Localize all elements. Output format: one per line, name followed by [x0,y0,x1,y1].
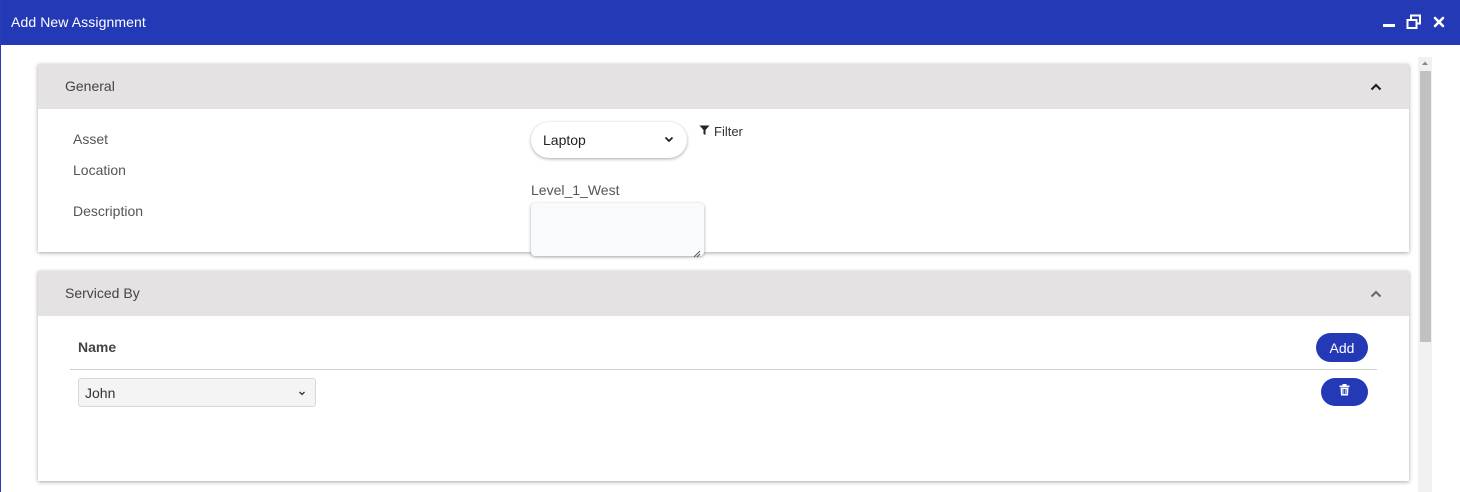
asset-label: Asset [73,131,109,147]
table-divider [70,369,1377,370]
general-panel-title: General [65,78,115,94]
window-title: Add New Assignment [11,14,146,30]
name-select-value: John [85,384,116,401]
close-icon[interactable] [1431,14,1447,30]
dialog-window: Add New Assignment General Asset Laptop … [0,0,1460,492]
chevron-up-icon[interactable] [1369,287,1383,301]
delete-row-button[interactable] [1321,378,1368,406]
chevron-down-icon [297,385,307,401]
vertical-scrollbar[interactable] [1418,57,1432,492]
serviced-by-panel-title: Serviced By [65,285,140,301]
asset-select[interactable]: Laptop [531,122,687,158]
location-label: Location [73,162,126,178]
description-textarea[interactable] [531,203,704,258]
description-label: Description [73,203,144,219]
filter-link[interactable]: Filter [699,124,743,139]
chevron-down-icon [663,132,675,148]
resize-handle-icon[interactable] [693,245,701,258]
window-controls [1381,14,1447,30]
scrollbar-thumb[interactable] [1420,71,1431,342]
general-panel: General Asset Laptop Filter Location Lev… [38,64,1409,258]
name-column-header: Name [78,339,117,355]
title-bar[interactable]: Add New Assignment [1,0,1460,45]
add-button[interactable]: Add [1316,333,1368,362]
dialog-content: General Asset Laptop Filter Location Lev… [2,45,1460,492]
trash-icon [1339,383,1350,401]
location-value: Level_1_West [531,182,620,198]
minimize-icon[interactable] [1381,14,1397,30]
name-select[interactable]: John [78,378,316,407]
filter-label: Filter [714,124,743,139]
restore-icon[interactable] [1406,14,1422,30]
filter-icon [699,124,710,139]
serviced-by-panel: Serviced By Name Add John [38,271,1409,481]
general-panel-header[interactable]: General [38,64,1409,109]
asset-select-value: Laptop [543,132,586,148]
scroll-up-icon[interactable] [1418,57,1432,69]
serviced-by-panel-header[interactable]: Serviced By [38,271,1409,316]
chevron-up-icon[interactable] [1369,80,1383,94]
